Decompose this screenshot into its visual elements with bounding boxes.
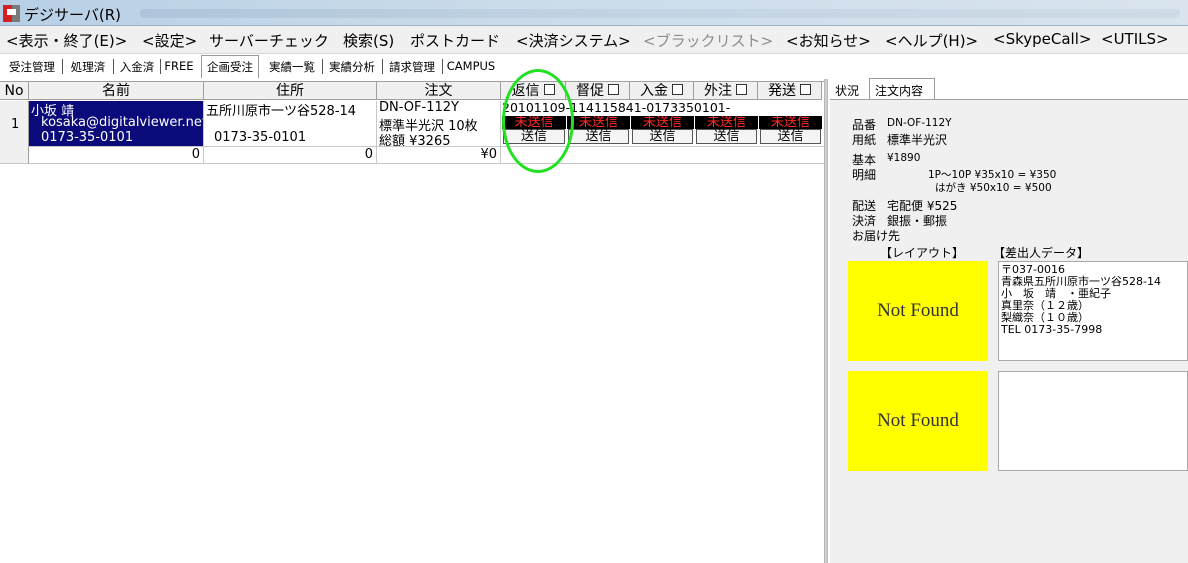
sender-postal: 〒037-0016 bbox=[1001, 263, 1065, 276]
customer-address: 五所川原市一ツ谷528-14 bbox=[206, 104, 357, 119]
sender-data-box-2 bbox=[998, 371, 1188, 471]
menu-settings[interactable]: <設定> bbox=[142, 30, 197, 51]
sender-address: 青森県五所川原市一ツ谷528-14 bbox=[1001, 275, 1161, 288]
menu-view-exit[interactable]: <表示・終了(E)> bbox=[6, 30, 127, 51]
tab-status[interactable]: 状況 bbox=[835, 79, 865, 100]
col-header-outsource-label: 外注 bbox=[704, 83, 732, 99]
layout-preview-2: Not Found bbox=[848, 371, 988, 471]
sender-tel: TEL 0173-35-7998 bbox=[1001, 323, 1103, 336]
row-number: 1 bbox=[11, 117, 20, 132]
menu-skypecall[interactable]: <SkypeCall> bbox=[993, 30, 1091, 48]
totals-row-header bbox=[0, 146, 29, 164]
paper-label: 用紙 bbox=[852, 133, 877, 147]
tab-order-details[interactable]: 注文内容 bbox=[869, 78, 935, 101]
remind-send-button[interactable]: 送信 bbox=[568, 129, 629, 144]
order-product: DN-OF-112Y bbox=[379, 101, 459, 115]
total-order: ¥0 bbox=[377, 146, 501, 164]
menu-help[interactable]: <ヘルプ(H)> bbox=[885, 30, 978, 51]
address-cell[interactable]: 五所川原市一ツ谷528-14 0173-35-0101 bbox=[204, 101, 377, 147]
outsource-checkbox[interactable] bbox=[736, 84, 747, 95]
sender-header: 【差出人データ】 bbox=[993, 246, 1090, 260]
col-header-remind-label: 督促 bbox=[576, 83, 604, 99]
payment-send-button[interactable]: 送信 bbox=[632, 129, 693, 144]
menu-news[interactable]: <お知らせ> bbox=[786, 30, 871, 51]
detail-label: 明細 bbox=[852, 168, 877, 182]
remind-status: 未送信 bbox=[567, 116, 630, 129]
sender-data-box: 〒037-0016 青森県五所川原市一ツ谷528-14 小 坂 靖 ・亜紀子 真… bbox=[998, 261, 1188, 361]
total-address: 0 bbox=[204, 146, 377, 164]
col-header-ship[interactable]: 発送 bbox=[758, 82, 822, 100]
col-header-name[interactable]: 名前 bbox=[29, 82, 204, 100]
order-tabs: 受注管理 処理済 入金済 FREE 企画受注 実績一覧 実績分析 請求管理 CA… bbox=[0, 55, 502, 78]
payment-checkbox[interactable] bbox=[672, 84, 683, 95]
menu-search[interactable]: 検索(S) bbox=[343, 30, 394, 51]
order-detail-panel: 品番 DN-OF-112Y 用紙 標準半光沢 基本 ¥1890 明細 1P～10… bbox=[830, 99, 1188, 563]
ship-status: 未送信 bbox=[759, 116, 822, 129]
layout-preview-1: Not Found bbox=[848, 261, 988, 361]
row-number-cell[interactable]: 1 bbox=[0, 101, 29, 147]
outsource-status: 未送信 bbox=[695, 116, 758, 129]
menu-server-check[interactable]: サーバーチェック bbox=[209, 30, 329, 51]
name-cell[interactable]: 小坂 靖 kosaka@digitalviewer.net 0173-35-01… bbox=[29, 101, 204, 147]
menu-postcard[interactable]: ポストカード bbox=[410, 30, 500, 51]
title-bar: デジサーバ(R) bbox=[0, 0, 1188, 26]
menu-blacklist[interactable]: <ブラックリスト> bbox=[643, 30, 773, 51]
tab-results-analysis[interactable]: 実績分析 bbox=[324, 56, 380, 77]
menu-payment-system[interactable]: <決済システム> bbox=[516, 30, 631, 51]
sender-child1: 真里奈（１２歳） bbox=[1001, 299, 1089, 312]
col-header-payment-label: 入金 bbox=[640, 83, 668, 99]
tab-billing[interactable]: 請求管理 bbox=[384, 56, 440, 77]
col-header-ship-label: 発送 bbox=[768, 83, 796, 99]
tab-planned-orders[interactable]: 企画受注 bbox=[201, 55, 259, 78]
col-header-no: No bbox=[0, 82, 29, 100]
col-header-outsource[interactable]: 外注 bbox=[694, 82, 758, 100]
total-name: 0 bbox=[29, 146, 204, 164]
panel-splitter[interactable] bbox=[824, 79, 828, 563]
ship-checkbox[interactable] bbox=[800, 84, 811, 95]
product-value: DN-OF-112Y bbox=[887, 117, 952, 129]
menu-utils[interactable]: <UTILS> bbox=[1101, 30, 1169, 48]
order-cell[interactable]: DN-OF-112Y 標準半光沢 10枚 総額 ¥3265 bbox=[377, 101, 501, 147]
col-header-order[interactable]: 注文 bbox=[377, 82, 501, 100]
tab-paid[interactable]: 入金済 bbox=[115, 56, 159, 77]
tab-order-management[interactable]: 受注管理 bbox=[4, 56, 60, 77]
address-phone: 0173-35-0101 bbox=[214, 130, 307, 145]
tab-free[interactable]: FREE bbox=[162, 56, 196, 77]
col-header-payment[interactable]: 入金 bbox=[630, 82, 694, 100]
payment-status: 未送信 bbox=[631, 116, 694, 129]
destination-label: お届け先 bbox=[852, 229, 901, 243]
detail-line2: はがき ¥50x10 = ¥500 bbox=[935, 182, 1052, 194]
title-blur bbox=[140, 9, 1180, 18]
tab-processed[interactable]: 処理済 bbox=[64, 56, 112, 77]
base-value: ¥1890 bbox=[887, 152, 921, 164]
tab-results-list[interactable]: 実績一覧 bbox=[264, 56, 320, 77]
order-total: 総額 ¥3265 bbox=[379, 134, 451, 147]
customer-phone: 0173-35-0101 bbox=[41, 130, 134, 145]
app-icon[interactable] bbox=[3, 5, 20, 22]
tab-campus[interactable]: CAMPUS bbox=[444, 56, 498, 77]
customer-email: kosaka@digitalviewer.net bbox=[41, 115, 204, 130]
outsource-send-button[interactable]: 送信 bbox=[696, 129, 757, 144]
highlight-ring bbox=[502, 69, 574, 173]
col-header-address[interactable]: 住所 bbox=[204, 82, 377, 100]
ship-send-button[interactable]: 送信 bbox=[760, 129, 821, 144]
paper-value: 標準半光沢 bbox=[887, 133, 948, 147]
remind-checkbox[interactable] bbox=[608, 84, 619, 95]
window-title: デジサーバ(R) bbox=[24, 6, 121, 24]
col-header-remind[interactable]: 督促 bbox=[566, 82, 630, 100]
menu-bar: <表示・終了(E)> <設定> サーバーチェック 検索(S) ポストカード <決… bbox=[0, 26, 1188, 54]
sender-names: 小 坂 靖 ・亜紀子 bbox=[1001, 287, 1111, 300]
order-grid: No 名前 住所 注文 返信 督促 入金 外注 発送 1 小坂 靖 kosaka… bbox=[0, 81, 824, 563]
layout-header: 【レイアウト】 bbox=[880, 246, 965, 260]
sender-child2: 梨織奈（１０歳） bbox=[1001, 311, 1089, 324]
